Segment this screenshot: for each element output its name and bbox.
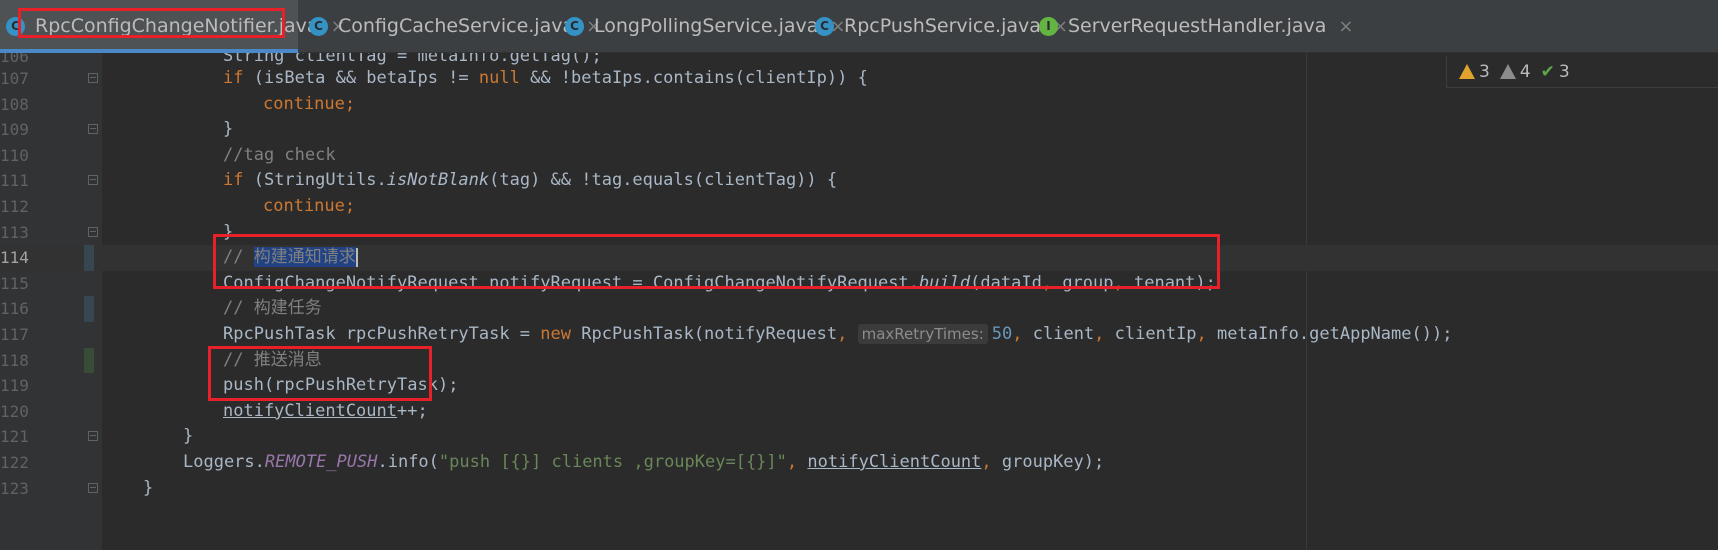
close-icon[interactable]: × <box>1338 16 1353 37</box>
line-number: 110 <box>0 145 29 165</box>
code-line-111[interactable]: 111 if (StringUtils.isNotBlank(tag) && !… <box>0 168 1718 194</box>
fold-icon[interactable] <box>88 226 98 237</box>
line-number: 118 <box>0 350 29 370</box>
code-editor[interactable]: 106 String clientTag = metaInfo.getTag()… <box>0 53 1718 550</box>
class-icon: C <box>309 16 328 36</box>
code-line-116[interactable]: 116 // 构建任务 <box>0 296 1718 322</box>
interface-icon: I <box>1039 16 1058 36</box>
fold-icon[interactable] <box>88 482 98 493</box>
line-number: 112 <box>0 197 29 216</box>
annotation-box-push-message <box>208 346 432 401</box>
code-line-120[interactable]: 120 notifyClientCount++; <box>0 399 1718 425</box>
code-text: RpcPushTask rpcPushRetryTask = new RpcPu… <box>223 324 1453 344</box>
tab-label: ServerRequestHandler.java <box>1068 15 1327 37</box>
code-comment: //tag check <box>223 144 336 165</box>
code-text: if (StringUtils.isNotBlank(tag) && !tag.… <box>223 170 838 191</box>
code-text: } <box>183 426 194 447</box>
code-text: continue; <box>263 196 356 216</box>
class-icon: C <box>815 16 834 36</box>
code-comment: // 构建任务 <box>223 298 322 319</box>
vcs-modified-marker[interactable] <box>84 296 94 322</box>
vcs-added-marker[interactable] <box>84 347 94 374</box>
line-number: 119 <box>0 376 29 396</box>
parameter-name-hint: maxRetryTimes: <box>857 324 988 344</box>
tab-long-polling-service[interactable]: C LongPollingService.java × <box>565 0 846 52</box>
line-number: 115 <box>0 273 29 293</box>
line-number: 120 <box>0 401 29 421</box>
line-number: 116 <box>0 299 29 319</box>
weak-warnings-counter[interactable]: 4 <box>1499 62 1531 82</box>
tab-rpc-push-service[interactable]: C RpcPushService.java × <box>815 0 1068 52</box>
inspection-widget[interactable]: 3 4 ✔ 3 <box>1446 56 1718 88</box>
code-text: notifyClientCount++; <box>223 400 428 421</box>
code-line-123[interactable]: 123 } <box>0 476 1718 502</box>
line-number: 117 <box>0 325 29 344</box>
line-number: 109 <box>0 120 29 140</box>
fold-icon[interactable] <box>88 431 98 442</box>
warnings-counter[interactable]: 3 <box>1459 62 1490 82</box>
annotation-box-build-request <box>213 234 1220 289</box>
line-number: 107 <box>0 69 29 88</box>
line-number: 122 <box>0 453 29 472</box>
weak-warning-icon <box>1499 64 1516 79</box>
annotation-box-active-tab <box>18 8 285 38</box>
tab-label: LongPollingService.java <box>594 15 819 37</box>
line-number: 111 <box>0 171 29 191</box>
code-text: continue; <box>263 93 356 114</box>
code-line-121[interactable]: 121 } <box>0 424 1718 450</box>
code-line-109[interactable]: 109 } <box>0 117 1718 143</box>
code-line-117[interactable]: 117 RpcPushTask rpcPushRetryTask = new R… <box>0 322 1718 348</box>
line-number: 123 <box>0 478 29 498</box>
code-line-110[interactable]: 110 //tag check <box>0 143 1718 169</box>
tab-server-request-handler[interactable]: I ServerRequestHandler.java × <box>1039 0 1354 52</box>
tab-config-cache-service[interactable]: C ConfigCacheService.java × <box>309 0 601 52</box>
code-text: } <box>143 477 154 498</box>
code-line-122[interactable]: 122 Loggers.REMOTE_PUSH.info("push [{}] … <box>0 450 1718 476</box>
tab-label: ConfigCacheService.java <box>338 15 575 37</box>
line-number: 121 <box>0 427 29 447</box>
tab-label: RpcPushService.java <box>844 15 1041 37</box>
fold-icon[interactable] <box>88 124 98 135</box>
code-text: if (isBeta && betaIps != null && !betaIp… <box>223 68 868 88</box>
typos-counter[interactable]: ✔ 3 <box>1541 62 1570 82</box>
line-number: 113 <box>0 222 29 242</box>
fold-icon[interactable] <box>88 175 98 186</box>
code-line-108[interactable]: 108 continue; <box>0 92 1718 118</box>
fold-icon[interactable] <box>88 73 98 83</box>
code-text: } <box>223 119 234 140</box>
code-line-112[interactable]: 112 continue; <box>0 194 1718 220</box>
warning-icon <box>1459 64 1475 79</box>
check-icon: ✔ <box>1540 61 1555 82</box>
line-number: 108 <box>0 94 29 114</box>
line-number: 114 <box>0 248 29 268</box>
vcs-modified-marker[interactable] <box>84 245 94 271</box>
code-text: Loggers.REMOTE_PUSH.info("push [{}] clie… <box>183 452 1105 472</box>
class-icon: C <box>565 16 584 36</box>
